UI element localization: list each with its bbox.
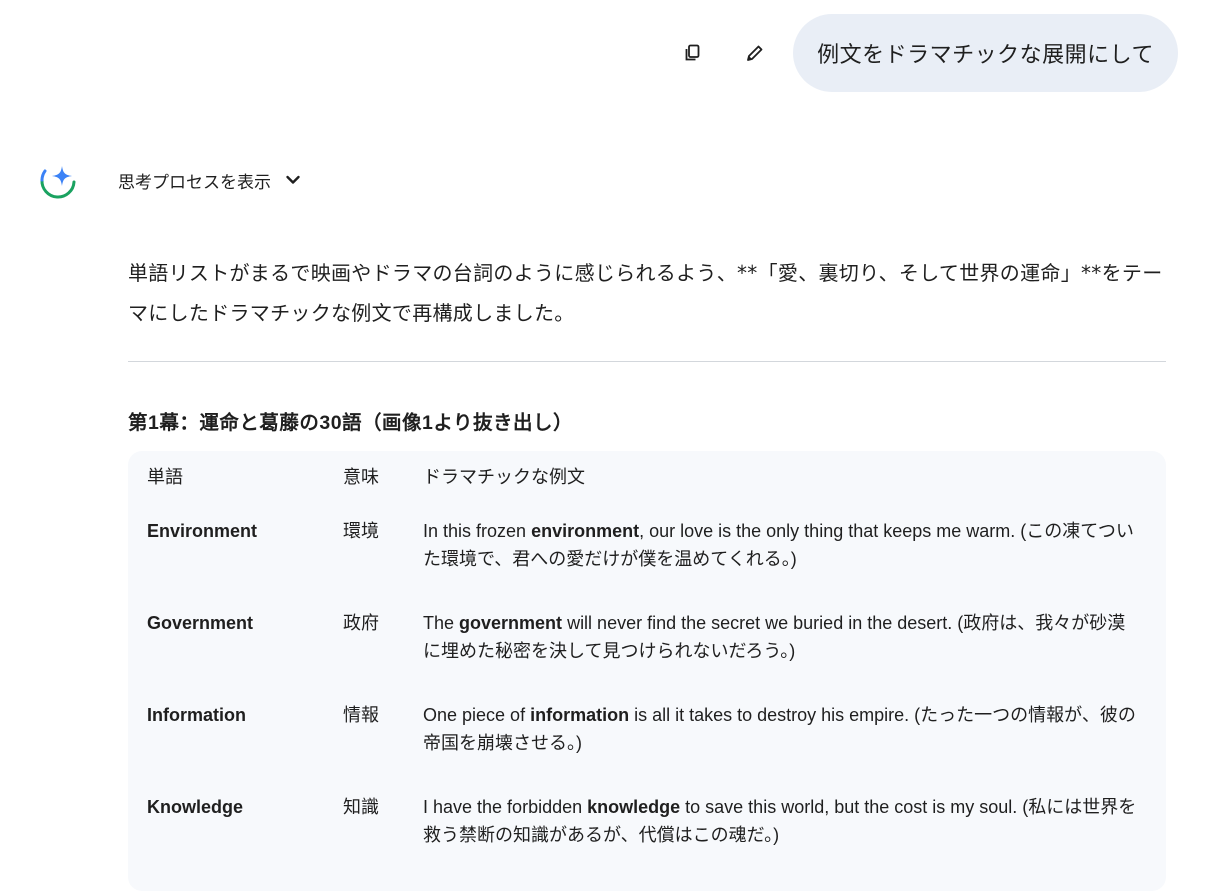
user-prompt-bubble: 例文をドラマチックな展開にして <box>793 14 1178 92</box>
meaning-cell: 環境 <box>343 521 379 541</box>
example-text: I have the forbidden <box>423 797 588 817</box>
column-header-example: ドラマチックな例文 <box>423 467 585 487</box>
gemini-spark-icon <box>36 158 80 202</box>
show-thinking-toggle[interactable]: 思考プロセスを表示 <box>118 168 301 193</box>
example-text: In this frozen <box>423 521 532 541</box>
response-intro-text: 単語リストがまるで映画やドラマの台詞のように感じられるよう、**「愛、裏切り、そ… <box>128 261 1163 325</box>
show-thinking-label: 思考プロセスを表示 <box>118 172 271 193</box>
section-heading: 第1幕：運命と葛藤の30語（画像1より抜き出し） <box>128 412 573 434</box>
example-text: One piece of <box>423 705 531 725</box>
example-cell: One piece of information is all it takes… <box>423 687 1166 779</box>
table-row: Knowledge 知識 I have the forbidden knowle… <box>128 779 1166 871</box>
word-cell: Knowledge <box>147 797 244 817</box>
model-response-body: 単語リストがまるで映画やドラマの台詞のように感じられるよう、**「愛、裏切り、そ… <box>128 253 1168 891</box>
word-cell: Government <box>147 613 254 633</box>
table-row: Environment 環境 In this frozen environmen… <box>128 503 1166 595</box>
chevron-down-icon <box>286 175 300 184</box>
divider <box>128 361 1166 362</box>
example-keyword: government <box>459 613 563 633</box>
word-cell: Information <box>147 705 246 725</box>
vocabulary-table: 単語 意味 ドラマチックな例文 Environment 環境 In this f… <box>128 451 1166 891</box>
user-prompt-text: 例文をドラマチックな展開にして <box>817 43 1154 68</box>
example-text: The <box>423 613 460 633</box>
column-header-word: 単語 <box>147 467 183 487</box>
example-cell: The government will never find the secre… <box>423 595 1166 687</box>
column-header-meaning: 意味 <box>343 467 379 487</box>
word-cell: Environment <box>147 521 258 541</box>
meaning-cell: 知識 <box>343 797 379 817</box>
edit-pencil-icon[interactable] <box>735 33 775 73</box>
copy-icon[interactable] <box>673 33 713 73</box>
user-message-row: 例文をドラマチックな展開にして <box>673 14 1178 92</box>
example-keyword: environment <box>531 521 640 541</box>
example-cell: I have the forbidden knowledge to save t… <box>423 779 1166 871</box>
model-response-header: 思考プロセスを表示 <box>36 158 301 202</box>
example-cell: In this frozen environment, our love is … <box>423 503 1166 595</box>
meaning-cell: 政府 <box>343 613 379 633</box>
meaning-cell: 情報 <box>343 705 379 725</box>
table-header-row: 単語 意味 ドラマチックな例文 <box>128 451 1166 503</box>
example-keyword: knowledge <box>587 797 681 817</box>
table-row: Government 政府 The government will never … <box>128 595 1166 687</box>
table-row: Information 情報 One piece of information … <box>128 687 1166 779</box>
example-keyword: information <box>530 705 630 725</box>
